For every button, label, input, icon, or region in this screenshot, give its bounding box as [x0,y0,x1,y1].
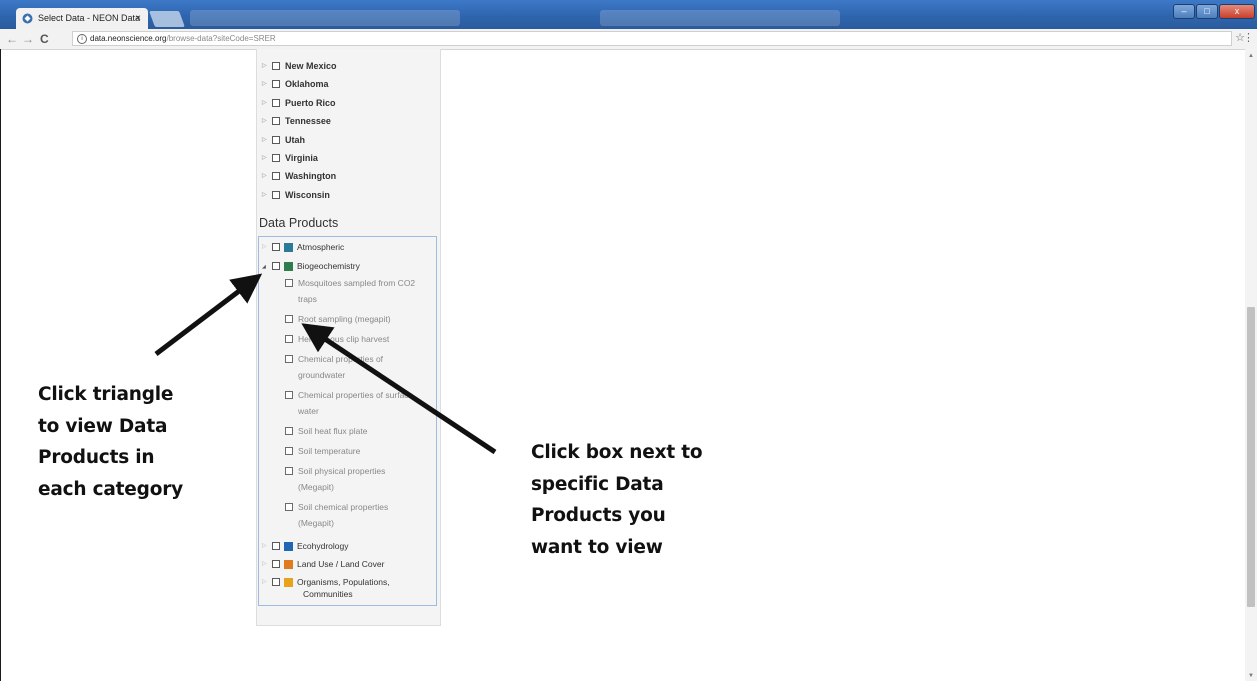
annotation-arrows [154,273,497,455]
arrow-to-triangle [154,273,263,356]
arrow-to-checkbox [301,323,497,455]
